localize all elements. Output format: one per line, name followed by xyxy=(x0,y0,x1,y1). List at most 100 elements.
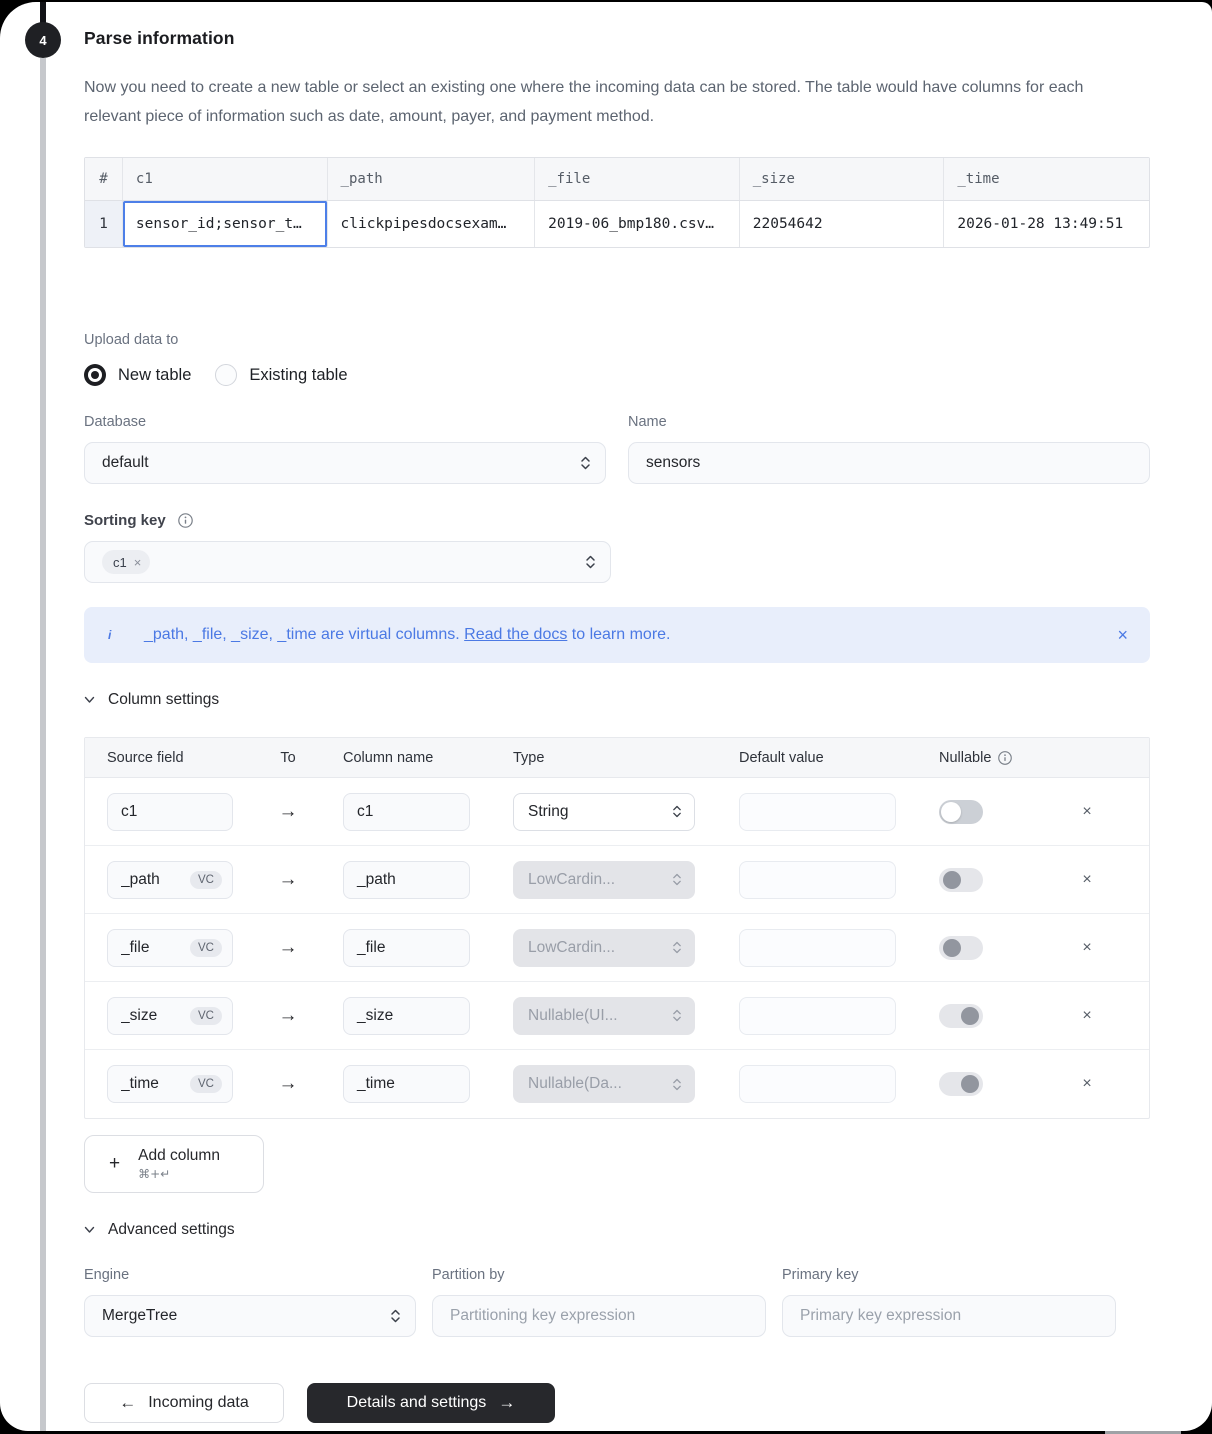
virtual-column-badge: VC xyxy=(190,871,222,889)
source-field-input[interactable]: _path VC xyxy=(107,861,233,899)
column-mapping-row: _time VC → _time Nullable(Da... × xyxy=(85,1050,1149,1118)
nullable-toggle[interactable] xyxy=(939,1004,983,1028)
default-value-input[interactable] xyxy=(739,1065,896,1103)
column-mapping-row: _size VC → _size Nullable(UI... × xyxy=(85,982,1149,1050)
default-value-input[interactable] xyxy=(739,929,896,967)
primary-key-input[interactable] xyxy=(800,1307,1101,1325)
source-field-input[interactable]: _file VC xyxy=(107,929,233,967)
default-value-input[interactable] xyxy=(739,997,896,1035)
read-the-docs-link[interactable]: Read the docs xyxy=(464,626,567,643)
remove-row-icon[interactable]: × xyxy=(1082,939,1091,957)
preview-data-row: 1 sensor_id;sensor_t… clickpipesdocsexam… xyxy=(85,201,1149,247)
default-value-input[interactable] xyxy=(739,793,896,831)
source-field-input[interactable]: _size VC xyxy=(107,997,233,1035)
type-select[interactable]: LowCardin... xyxy=(513,929,695,967)
preview-header-time: _time xyxy=(944,158,1149,200)
nullable-toggle[interactable] xyxy=(939,868,983,892)
primary-key-field xyxy=(782,1295,1116,1337)
preview-cell-size[interactable]: 22054642 xyxy=(740,201,945,247)
sorting-key-chip: c1 × xyxy=(102,550,150,574)
header-nullable: Nullable xyxy=(939,750,991,766)
remove-row-icon[interactable]: × xyxy=(1082,1007,1091,1025)
chevron-updown-icon xyxy=(672,804,682,819)
column-settings-toggle[interactable]: Column settings xyxy=(84,691,1150,709)
column-mapping-row: c1 VC → c1 String × xyxy=(85,778,1149,846)
engine-label: Engine xyxy=(84,1267,416,1283)
parse-information-card: 4 Parse information Now you need to crea… xyxy=(0,2,1212,1431)
remove-row-icon[interactable]: × xyxy=(1082,871,1091,889)
radio-existing-table-control[interactable] xyxy=(215,364,237,386)
data-preview-table: # c1 _path _file _size _time 1 sensor_id… xyxy=(84,157,1150,248)
virtual-column-badge: VC xyxy=(190,1007,222,1025)
virtual-columns-banner: i _path, _file, _size, _time are virtual… xyxy=(84,607,1150,663)
column-name-input[interactable]: _file xyxy=(343,929,470,967)
preview-cell-path[interactable]: clickpipesdocsexam… xyxy=(328,201,536,247)
preview-header-path: _path xyxy=(328,158,536,200)
info-icon[interactable] xyxy=(178,513,193,528)
chevron-updown-icon xyxy=(672,1077,682,1092)
column-name-input[interactable]: c1 xyxy=(343,793,470,831)
preview-cell-file[interactable]: 2019-06_bmp180.csv… xyxy=(535,201,740,247)
details-and-settings-button[interactable]: Details and settings → xyxy=(307,1383,555,1423)
source-field-input[interactable]: _time VC xyxy=(107,1065,233,1103)
type-select[interactable]: LowCardin... xyxy=(513,861,695,899)
chevron-updown-icon xyxy=(585,554,596,570)
default-value-input[interactable] xyxy=(739,861,896,899)
source-field-input[interactable]: c1 VC xyxy=(107,793,233,831)
column-name-input[interactable]: _time xyxy=(343,1065,470,1103)
type-select[interactable]: Nullable(Da... xyxy=(513,1065,695,1103)
advanced-settings-toggle[interactable]: Advanced settings xyxy=(84,1221,1150,1239)
radio-new-table-control[interactable] xyxy=(84,364,106,386)
column-mapping-row: _path VC → _path LowCardin... × xyxy=(85,846,1149,914)
column-mapping-row: _file VC → _file LowCardin... × xyxy=(85,914,1149,982)
partition-by-label: Partition by xyxy=(432,1267,766,1283)
chevron-updown-icon xyxy=(390,1308,401,1324)
banner-close-icon[interactable]: × xyxy=(1117,625,1128,646)
header-to: To xyxy=(280,750,295,766)
header-default-value: Default value xyxy=(739,750,896,766)
radio-existing-table[interactable]: Existing table xyxy=(215,364,347,386)
arrow-right-icon: → xyxy=(279,801,298,823)
arrow-left-icon: ← xyxy=(119,1393,136,1413)
arrow-right-icon: → xyxy=(498,1393,515,1413)
arrow-right-icon: → xyxy=(279,937,298,959)
column-settings-table: Source field To Column name Type Default… xyxy=(84,737,1150,1119)
nullable-toggle[interactable] xyxy=(939,800,983,824)
nullable-toggle[interactable] xyxy=(939,936,983,960)
database-select[interactable]: default xyxy=(84,442,606,484)
preview-header-size: _size xyxy=(740,158,945,200)
column-name-input[interactable]: _size xyxy=(343,997,470,1035)
nullable-toggle[interactable] xyxy=(939,1072,983,1096)
advanced-settings-title: Advanced settings xyxy=(108,1221,235,1239)
type-select[interactable]: String xyxy=(513,793,695,831)
column-name-input[interactable]: _path xyxy=(343,861,470,899)
add-column-button[interactable]: + Add column ⌘+↵ xyxy=(84,1135,264,1193)
plus-icon: + xyxy=(109,1153,120,1175)
remove-row-icon[interactable]: × xyxy=(1082,1075,1091,1093)
step-number-badge: 4 xyxy=(25,22,61,58)
primary-key-label: Primary key xyxy=(782,1267,1116,1283)
partition-by-input[interactable] xyxy=(450,1307,751,1325)
type-select[interactable]: Nullable(UI... xyxy=(513,997,695,1035)
preview-cell-c1[interactable]: sensor_id;sensor_t… xyxy=(123,201,328,247)
chip-remove-icon[interactable]: × xyxy=(134,555,142,570)
chevron-down-icon xyxy=(84,696,95,704)
incoming-data-button[interactable]: ← Incoming data xyxy=(84,1383,284,1423)
virtual-column-badge: VC xyxy=(190,1075,222,1093)
engine-select[interactable]: MergeTree xyxy=(84,1295,416,1337)
radio-new-table[interactable]: New table xyxy=(84,364,191,386)
table-name-input[interactable] xyxy=(646,454,1135,472)
preview-header-c1: c1 xyxy=(123,158,328,200)
engine-select-value: MergeTree xyxy=(102,1307,390,1325)
sorting-key-label: Sorting key xyxy=(84,512,166,529)
remove-row-icon[interactable]: × xyxy=(1082,803,1091,821)
banner-text-after: to learn more. xyxy=(567,626,670,643)
arrow-right-icon: → xyxy=(279,869,298,891)
preview-row-number: 1 xyxy=(85,201,123,247)
page-title: Parse information xyxy=(84,28,1150,49)
keyboard-shortcut: ⌘+↵ xyxy=(138,1167,220,1181)
info-icon[interactable] xyxy=(998,751,1012,765)
preview-cell-time[interactable]: 2026-01-28 13:49:51 xyxy=(944,201,1149,247)
header-source-field: Source field xyxy=(107,750,233,766)
sorting-key-select[interactable]: c1 × xyxy=(84,541,611,583)
